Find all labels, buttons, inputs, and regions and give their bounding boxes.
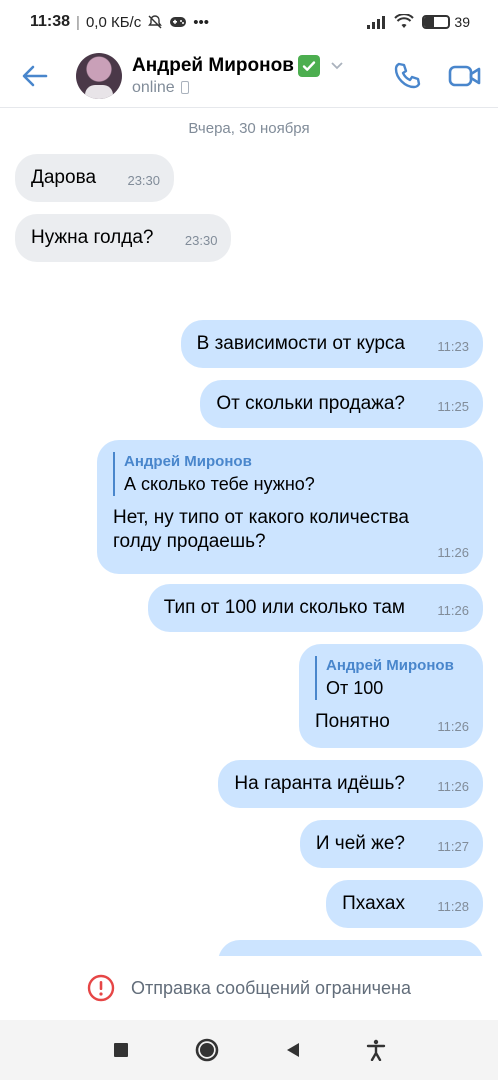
reply-author: Андрей Миронов — [124, 453, 252, 470]
avatar[interactable] — [76, 52, 122, 99]
message-time: 11:26 — [437, 603, 469, 618]
exclamation-circle-icon — [87, 974, 115, 1002]
message-bubble-outgoing[interactable]: Тип от 100 или сколько там 11:26 — [147, 584, 483, 632]
wifi-icon — [394, 14, 415, 28]
square-icon[interactable] — [112, 1041, 130, 1059]
message-text: Нужна голда? — [31, 227, 154, 248]
message-bubble-outgoing[interactable]: От скольки продажа? 11:25 — [200, 380, 483, 428]
reply-text: А сколько тебе нужно? — [124, 474, 315, 494]
reply-quote[interactable]: Андрей Миронов А сколько тебе нужно? — [113, 452, 467, 496]
reply-author: Андрей Миронов — [326, 657, 454, 674]
messaging-restricted-bar: Отправка сообщений ограничена — [0, 956, 498, 1020]
message-text: От скольки продажа? — [216, 393, 405, 414]
restricted-notice-text: Отправка сообщений ограничена — [131, 977, 411, 998]
network-speed: 0,0 КБ/с — [85, 13, 142, 31]
contact-status: online — [132, 78, 175, 96]
phone-icon[interactable] — [392, 61, 422, 91]
message-time: 11:28 — [437, 899, 469, 914]
arrow-left-icon — [22, 65, 48, 86]
message-bubble-incoming[interactable]: Нужна голда? 23:30 — [15, 214, 232, 262]
triangle-icon[interactable] — [284, 1041, 302, 1059]
message-text: И чей же? — [315, 833, 405, 854]
message-bubble-outgoing-reply[interactable]: Андрей Миронов А сколько тебе нужно? Нет… — [97, 440, 483, 574]
gamepad-icon — [170, 17, 187, 27]
message-text: На гаранта идёшь? — [234, 773, 405, 794]
status-bar: 11:38 | 0,0 КБ/с ••• 39 — [0, 0, 498, 44]
status-separator: | — [76, 13, 80, 31]
check-mark-icon — [297, 54, 320, 77]
battery-percent: 39 — [454, 14, 470, 30]
message-time: 11:25 — [437, 399, 469, 414]
message-time: 23:30 — [184, 233, 218, 248]
message-bubble-outgoing[interactable]: И чей же? 11:27 — [299, 820, 483, 868]
status-time: 11:38 — [30, 13, 71, 30]
battery-indicator: 39 — [422, 14, 470, 30]
message-time: 11:26 — [437, 719, 469, 734]
message-time: 11:26 — [437, 545, 469, 560]
accessibility-icon[interactable] — [366, 1039, 386, 1061]
message-text: Пхахах — [342, 893, 405, 914]
status-more: ••• — [193, 13, 209, 31]
chevron-down-icon — [331, 61, 343, 69]
message-time: 11:23 — [437, 339, 469, 354]
contact-title[interactable]: Андрей Миронов online — [132, 54, 344, 97]
bell-off-icon — [148, 15, 163, 29]
reply-text: От 100 — [326, 678, 384, 698]
system-navigation-bar — [0, 1020, 498, 1080]
video-camera-icon[interactable] — [448, 63, 482, 89]
message-time: 11:27 — [437, 839, 469, 854]
message-time: 23:30 — [127, 173, 161, 188]
message-bubble-outgoing-reply[interactable]: Андрей Миронов От 100 Понятно 11:26 — [299, 644, 483, 748]
battery-icon — [422, 15, 451, 29]
message-bubble-outgoing[interactable]: Пхахах 11:28 — [326, 880, 483, 928]
message-list[interactable]: Вчера, 30 ноября Дарова 23:30 Нужна голд… — [0, 108, 498, 956]
mobile-device-icon — [180, 81, 189, 94]
message-text: Дарова — [31, 167, 97, 188]
message-bubble-incoming[interactable]: Дарова 23:30 — [15, 154, 175, 202]
back-button[interactable] — [0, 44, 70, 108]
chat-header: Андрей Миронов online — [0, 44, 498, 108]
message-text: Нет, ну типо от какого количества голду … — [113, 507, 409, 552]
message-time: 11:26 — [437, 779, 469, 794]
message-text: Тип от 100 или сколько там — [163, 597, 405, 618]
reply-quote[interactable]: Андрей Миронов От 100 — [315, 656, 467, 700]
message-text: В зависимости от курса — [196, 333, 405, 354]
message-bubble-outgoing[interactable]: На гаранта идёшь? 11:26 — [218, 760, 483, 808]
contact-name: Андрей Миронов — [132, 54, 294, 76]
date-separator: Вчера, 30 ноября — [188, 120, 310, 137]
signal-icon — [367, 16, 386, 29]
message-bubble-outgoing[interactable]: В зависимости от курса 11:23 — [180, 320, 483, 368]
message-bubble-outgoing-partial[interactable] — [218, 940, 483, 956]
circle-icon[interactable] — [194, 1037, 220, 1063]
